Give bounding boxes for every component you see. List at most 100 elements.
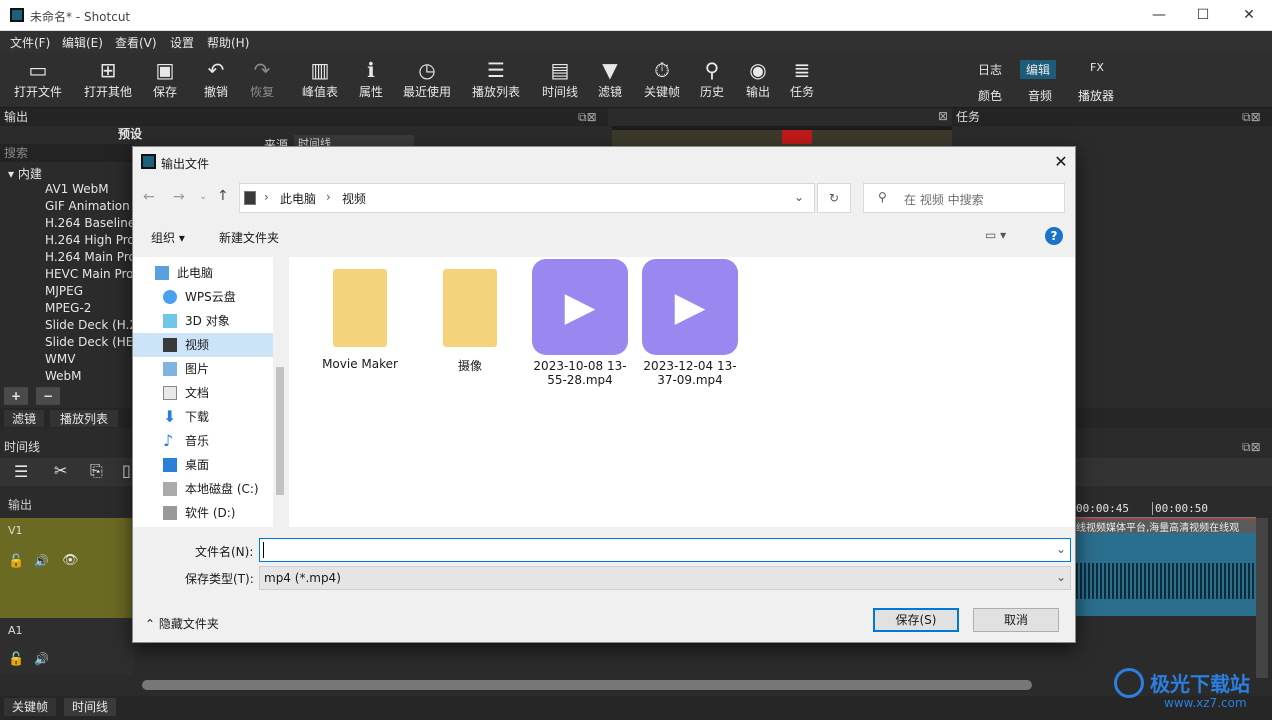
workspace-color[interactable]: 颜色 — [978, 87, 1002, 104]
forward-icon[interactable]: → — [173, 189, 185, 205]
nav-scrollbar[interactable] — [273, 257, 287, 527]
add-preset-button[interactable]: + — [4, 387, 28, 405]
timeline-clip[interactable]: 线视频媒体平台,海量高清视频在线观 — [1076, 518, 1256, 616]
hide-folders-toggle[interactable]: ⌃ 隐藏文件夹 — [145, 615, 219, 632]
preset-item[interactable]: WebM — [45, 369, 82, 383]
preset-item[interactable]: HEVC Main Pro — [45, 267, 134, 281]
lock-icon[interactable]: 🔓 — [8, 554, 24, 569]
organize-button[interactable]: 组织 ▾ — [151, 229, 185, 246]
tab-filters[interactable]: 滤镜 — [4, 410, 45, 427]
copy-icon[interactable]: ⎘ — [90, 461, 103, 481]
filename-input[interactable]: ⌄ — [259, 538, 1071, 562]
menu-view[interactable]: 查看(V) — [115, 34, 157, 51]
nav-videos[interactable]: 视频 — [133, 333, 273, 357]
jobs-button[interactable]: ≣ 任务 — [772, 57, 832, 100]
preset-item[interactable]: H.264 High Pro — [45, 233, 135, 247]
address-bar[interactable]: › 此电脑 › 视频 ⌄ — [239, 183, 815, 213]
preset-item[interactable]: MPEG-2 — [45, 301, 91, 315]
player-close-icon[interactable]: ⊠ — [938, 109, 948, 123]
nav-local-disk-c[interactable]: 本地磁盘 (C:) — [133, 477, 273, 501]
filter-button[interactable]: ▼ 滤镜 — [580, 57, 640, 100]
mute-icon[interactable]: 🔊 — [34, 554, 49, 568]
preset-item[interactable]: H.264 Main Pro — [45, 250, 136, 264]
nav-this-pc[interactable]: 此电脑 — [133, 261, 273, 285]
file-item-folder[interactable]: 摄像 — [415, 269, 525, 374]
nav-pictures[interactable]: 图片 — [133, 357, 273, 381]
nav-downloads[interactable]: ⬇ 下载 — [133, 405, 273, 429]
help-icon[interactable]: ? — [1045, 227, 1063, 245]
close-window-button[interactable]: ✕ — [1226, 2, 1272, 28]
tab-keyframes[interactable]: 关键帧 — [4, 698, 57, 716]
cut-icon[interactable]: ✂ — [54, 461, 67, 480]
paste-icon[interactable]: ▯ — [122, 461, 131, 480]
open-other-button[interactable]: ⊞ 打开其他 — [78, 57, 138, 100]
workspace-player[interactable]: 播放器 — [1078, 87, 1114, 104]
properties-button[interactable]: ℹ 属性 — [341, 57, 401, 100]
nav-scroll-thumb[interactable] — [276, 367, 284, 495]
workspace-logging[interactable]: 日志 — [978, 61, 1002, 78]
lock-icon[interactable]: 🔓 — [8, 652, 24, 667]
up-icon[interactable]: ↑ — [217, 188, 229, 204]
nav-documents[interactable]: 文档 — [133, 381, 273, 405]
timeline-float-close-icon[interactable]: ⧉⊠ — [1242, 438, 1261, 456]
preset-item[interactable]: H.264 Baseline — [45, 216, 135, 230]
menu-help[interactable]: 帮助(H) — [207, 34, 249, 51]
file-item-video[interactable]: ▶ 2023-10-08 13-55-28.mp4 — [525, 259, 635, 387]
nav-software-d[interactable]: 软件 (D:) — [133, 501, 273, 525]
nav-desktop[interactable]: 桌面 — [133, 453, 273, 477]
video-file-icon: ▶ — [532, 259, 628, 355]
dialog-close-button[interactable]: ✕ — [1047, 149, 1075, 175]
filename-dropdown-icon[interactable]: ⌄ — [1056, 542, 1066, 556]
filetype-select[interactable]: mp4 (*.mp4) ⌄ — [259, 566, 1071, 590]
track-a1-label: A1 — [8, 624, 23, 637]
workspace-fx[interactable]: FX — [1090, 61, 1104, 74]
panel-float-close-icon[interactable]: ⧉⊠ — [578, 108, 597, 126]
remove-preset-button[interactable]: − — [36, 387, 60, 405]
nav-wps-cloud[interactable]: WPS云盘 — [133, 285, 273, 309]
eye-icon[interactable]: 👁 — [62, 553, 79, 568]
address-dropdown-icon[interactable]: ⌄ — [794, 190, 804, 204]
playlist-button[interactable]: ☰ 播放列表 — [466, 57, 526, 100]
refresh-button[interactable]: ↻ — [817, 183, 851, 213]
breadcrumb-this-pc[interactable]: 此电脑 — [280, 190, 316, 207]
open-file-button[interactable]: ▭ 打开文件 — [8, 57, 68, 100]
view-options-icon[interactable]: ▭ ▾ — [985, 228, 1006, 242]
tab-playlist[interactable]: 播放列表 — [50, 410, 119, 427]
preset-item[interactable]: Slide Deck (HE — [45, 335, 133, 349]
recent-locations-icon[interactable]: ⌄ — [199, 191, 207, 202]
preset-search-input[interactable]: 搜索 — [0, 144, 132, 162]
file-item-video[interactable]: ▶ 2023-12-04 13-37-09.mp4 — [635, 259, 745, 387]
timeline-hscroll[interactable] — [142, 680, 1032, 690]
timeline-vscroll[interactable] — [1256, 518, 1268, 678]
workspace-audio[interactable]: 音频 — [1028, 87, 1052, 104]
preset-item[interactable]: Slide Deck (H.2 — [45, 318, 137, 332]
menu-settings[interactable]: 设置 — [170, 34, 194, 51]
nav-3d-objects[interactable]: 3D 对象 — [133, 309, 273, 333]
preset-group-builtin[interactable]: ▾ 内建 — [8, 165, 42, 182]
redo-button[interactable]: ↷ 恢复 — [232, 57, 292, 100]
menu-edit[interactable]: 编辑(E) — [62, 34, 103, 51]
file-item-folder[interactable]: Movie Maker — [305, 269, 415, 371]
recent-button[interactable]: ◷ 最近使用 — [397, 57, 457, 100]
save-dialog-button[interactable]: 保存(S) — [873, 608, 959, 632]
breadcrumb-videos[interactable]: 视频 — [342, 190, 366, 207]
preset-item[interactable]: GIF Animation — [45, 199, 130, 213]
dialog-search-input[interactable]: ⚲ 在 视频 中搜索 — [863, 183, 1065, 213]
minimize-button[interactable]: — — [1136, 2, 1182, 28]
maximize-button[interactable]: ☐ — [1180, 2, 1226, 28]
back-icon[interactable]: ← — [143, 189, 155, 205]
tab-timeline[interactable]: 时间线 — [64, 698, 117, 716]
preset-item[interactable]: WMV — [45, 352, 75, 366]
menu-file[interactable]: 文件(F) — [10, 34, 50, 51]
mute-icon[interactable]: 🔊 — [34, 652, 49, 666]
preset-item[interactable]: AV1 WebM — [45, 182, 109, 196]
filetype-dropdown-icon[interactable]: ⌄ — [1056, 570, 1066, 584]
nav-music[interactable]: ♪ 音乐 — [133, 429, 273, 453]
timeline-menu-icon[interactable]: ☰ — [14, 462, 28, 481]
jobs-panel-float-close-icon[interactable]: ⧉⊠ — [1242, 108, 1261, 126]
cancel-dialog-button[interactable]: 取消 — [973, 608, 1059, 632]
preset-item[interactable]: MJPEG — [45, 284, 83, 298]
watermark-logo-icon — [1114, 668, 1144, 698]
workspace-editing[interactable]: 编辑 — [1020, 60, 1057, 79]
new-folder-button[interactable]: 新建文件夹 — [219, 229, 279, 246]
